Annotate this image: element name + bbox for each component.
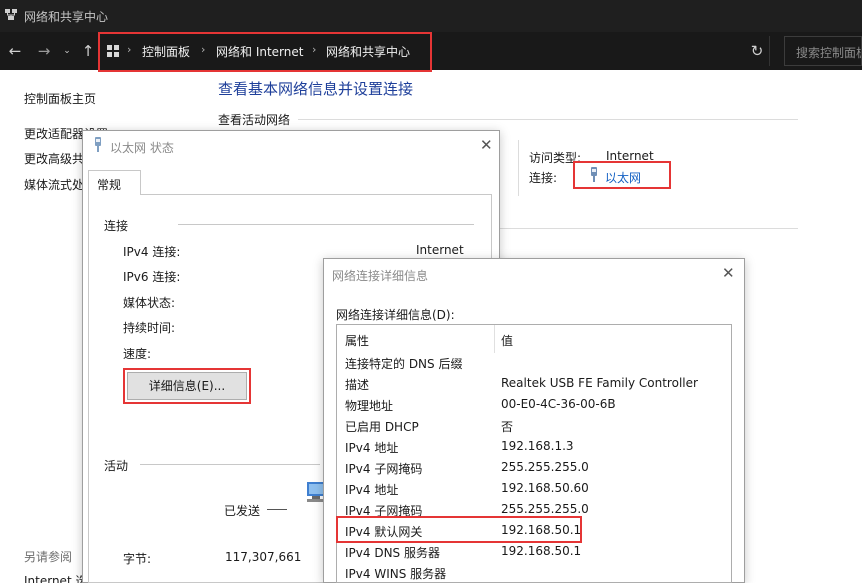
internet-options-link[interactable]: Internet 选 — [24, 572, 87, 583]
tab-general[interactable]: 常规 — [88, 170, 141, 195]
ipv6-connectivity-label: IPv6 连接: — [123, 270, 181, 284]
duration-label: 持续时间: — [123, 321, 176, 335]
value-cell: 192.168.50.60 — [501, 481, 589, 495]
section-divider — [298, 119, 798, 120]
ethernet-connection-link[interactable]: 以太网 — [605, 169, 641, 186]
list-item[interactable]: IPv4 子网掩码 255.255.255.0 — [337, 457, 731, 478]
forward-arrow-icon[interactable]: → — [33, 40, 55, 62]
list-item[interactable]: 已启用 DHCP 否 — [337, 415, 731, 436]
property-cell: IPv4 子网掩码 — [345, 462, 423, 476]
chevron-right-icon: › — [127, 43, 132, 56]
list-item[interactable]: 描述 Realtek USB FE Family Controller — [337, 373, 731, 394]
media-state-label: 媒体状态: — [123, 296, 176, 310]
ipv4-connectivity-value: Internet — [416, 243, 464, 257]
vertical-divider — [518, 140, 519, 196]
group-divider — [140, 464, 320, 465]
up-arrow-icon[interactable]: ↑ — [78, 40, 98, 62]
column-divider[interactable] — [494, 325, 495, 353]
property-cell: IPv4 地址 — [345, 483, 399, 497]
search-placeholder: 搜索控制面板 — [796, 46, 862, 60]
window-titlebar: 网络和共享中心 — [0, 0, 862, 32]
details-list-header: 属性 值 — [337, 325, 731, 353]
list-item[interactable]: IPv4 地址 192.168.1.3 — [337, 436, 731, 457]
address-bar: ← → ⌄ ↑ › 控制面板 › 网络和 Internet › 网络和共享中心 … — [0, 32, 862, 70]
ethernet-icon — [591, 167, 597, 182]
list-item[interactable]: IPv4 DNS 服务器 192.168.50.1 — [337, 541, 731, 562]
ipv4-connectivity-label: IPv4 连接: — [123, 245, 181, 259]
tab-general-label: 常规 — [97, 178, 122, 192]
property-cell: IPv4 默认网关 — [345, 525, 423, 539]
value-cell: 255.255.255.0 — [501, 460, 589, 474]
search-input[interactable]: 搜索控制面板 — [784, 36, 862, 66]
chevron-right-icon: › — [201, 43, 206, 56]
section-divider — [500, 228, 798, 229]
list-item[interactable]: 物理地址 00-E0-4C-36-00-6B — [337, 394, 731, 415]
breadcrumb-network-sharing-center[interactable]: 网络和共享中心 — [326, 43, 410, 60]
column-header-property[interactable]: 属性 — [345, 332, 369, 349]
list-item[interactable]: IPv4 子网掩码 255.255.255.0 — [337, 499, 731, 520]
close-icon[interactable]: ✕ — [722, 264, 735, 282]
speed-label: 速度: — [123, 347, 152, 361]
network-center-icon — [5, 9, 17, 20]
value-cell: 192.168.50.1 — [501, 544, 582, 558]
chevron-right-icon: › — [312, 43, 317, 56]
access-type-value: Internet — [606, 149, 654, 163]
breadcrumb-control-panel[interactable]: 控制面板 — [142, 43, 190, 60]
change-advanced-sharing-link[interactable]: 更改高级共 — [24, 150, 84, 167]
list-item[interactable]: IPv4 WINS 服务器 — [337, 562, 731, 582]
property-cell: IPv4 DNS 服务器 — [345, 546, 440, 560]
bytes-label: 字节: — [123, 552, 152, 566]
recent-dropdown-icon[interactable]: ⌄ — [60, 40, 74, 62]
column-header-value[interactable]: 值 — [501, 332, 513, 349]
list-item[interactable]: 连接特定的 DNS 后缀 — [337, 352, 731, 373]
breadcrumb-network-internet[interactable]: 网络和 Internet — [216, 43, 303, 60]
group-divider — [178, 224, 474, 225]
details-button[interactable]: 详细信息(E)... — [127, 372, 247, 400]
property-cell: 已启用 DHCP — [345, 420, 419, 434]
property-cell: 物理地址 — [345, 399, 394, 413]
ethernet-icon — [95, 137, 101, 152]
close-icon[interactable]: ✕ — [480, 136, 493, 154]
connection-group-label: 连接 — [104, 219, 129, 233]
value-cell: 192.168.50.1 — [501, 523, 582, 537]
property-cell: IPv4 WINS 服务器 — [345, 567, 447, 581]
back-arrow-icon[interactable]: ← — [4, 40, 26, 62]
value-cell: 00-E0-4C-36-00-6B — [501, 397, 616, 411]
window-title: 网络和共享中心 — [24, 10, 109, 24]
value-cell: 255.255.255.0 — [501, 502, 589, 516]
see-also-heading: 另请参阅 — [24, 550, 73, 564]
property-cell: IPv4 子网掩码 — [345, 504, 423, 518]
details-list[interactable]: 属性 值 连接特定的 DNS 后缀 描述 Realtek USB FE Fami… — [336, 324, 732, 583]
control-panel-home-link[interactable]: 控制面板主页 — [24, 90, 96, 107]
value-cell: Realtek USB FE Family Controller — [501, 376, 698, 390]
control-panel-icon — [107, 45, 119, 57]
value-cell: 否 — [501, 420, 514, 434]
details-list-label: 网络连接详细信息(D): — [336, 308, 455, 322]
property-cell: 描述 — [345, 378, 370, 392]
page-title: 查看基本网络信息并设置连接 — [218, 80, 414, 98]
media-streaming-link[interactable]: 媒体流式处 — [24, 176, 84, 193]
bytes-sent-value: 117,307,661 — [225, 550, 302, 564]
status-dialog-title: 以太网 状态 — [110, 141, 174, 155]
list-item[interactable]: IPv4 默认网关 192.168.50.1 — [337, 520, 731, 541]
refresh-icon[interactable]: ↻ — [744, 38, 770, 64]
sent-dash — [267, 509, 287, 510]
details-dialog-title: 网络连接详细信息 — [332, 269, 429, 283]
property-cell: 连接特定的 DNS 后缀 — [345, 357, 463, 371]
list-item[interactable]: IPv4 地址 192.168.50.60 — [337, 478, 731, 499]
sent-label: 已发送 — [224, 504, 261, 518]
connection-label: 连接: — [529, 171, 558, 185]
active-networks-label: 查看活动网络 — [218, 113, 291, 127]
activity-group-label: 活动 — [104, 459, 129, 473]
value-cell: 192.168.1.3 — [501, 439, 574, 453]
access-type-label: 访问类型: — [529, 151, 582, 165]
address-path[interactable]: › 控制面板 › 网络和 Internet › 网络和共享中心 ⌄ — [100, 36, 826, 66]
property-cell: IPv4 地址 — [345, 441, 399, 455]
